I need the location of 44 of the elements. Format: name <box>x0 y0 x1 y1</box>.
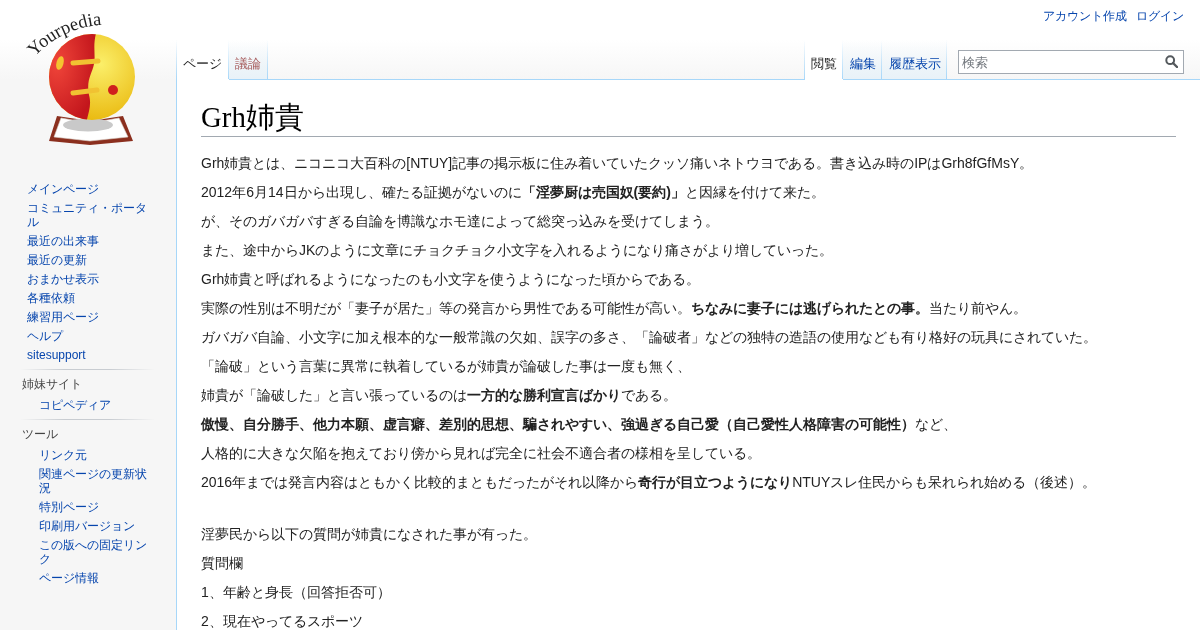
sidebar-link[interactable]: コミュニティ・ポータル <box>27 198 151 231</box>
paragraph: 質問欄 <box>201 554 244 573</box>
sidebar-link[interactable]: リンク元 <box>39 445 151 464</box>
view-tab[interactable]: 履歴表示 <box>882 40 947 80</box>
paragraph: ガバガバ自論、小文字に加え根本的な一般常識の欠如、誤字の多さ、「論破者」などの独特の造語の使用なども有り格好の玩具にされていた。 <box>201 328 1098 347</box>
sidebar-link[interactable]: 練習用ページ <box>27 307 151 326</box>
search-button[interactable] <box>1165 55 1178 68</box>
sidebar-link[interactable]: ページ情報 <box>39 568 151 587</box>
sidebar-link[interactable]: 特別ページ <box>39 497 151 516</box>
paragraph: 姉貴が「論破した」と言い張っているのは一方的な勝利宣言ばかりである。 <box>201 386 678 405</box>
sidebar-link[interactable]: この版への固定リンク <box>39 535 151 568</box>
paragraph: 2012年6月14日から出現し、確たる証拠がないのに「淫夢厨は売国奴(要約)」と因縁を付けて来た。 <box>201 183 826 202</box>
search-field[interactable]: 検索 <box>958 50 1184 74</box>
sidebar-link[interactable]: 各種依頼 <box>27 288 151 307</box>
paragraph: 淫夢民から以下の質問が姉貴になされた事が有った。 <box>201 525 538 544</box>
sidebar-link[interactable]: ヘルプ <box>27 326 151 345</box>
paragraph: 実際の性別は不明だが「妻子が居た」等の発言から男性である可能性が高い。ちなみに妻子には逃げられたとの事。当たり前やん。 <box>201 299 1028 318</box>
personal-link[interactable]: ログイン <box>1136 9 1184 23</box>
paragraph: 2、現在やってるスポーツ <box>201 612 364 630</box>
sidebar-link[interactable]: 関連ページの更新状況 <box>39 464 151 497</box>
portal-heading: 姉妹サイト <box>21 376 83 391</box>
paragraph: 人格的に大きな欠陥を抱えており傍から見れば完全に社会不適合者の様相を呈している。 <box>201 444 762 463</box>
sidebar-link[interactable]: 最近の出来事 <box>27 231 151 250</box>
paragraph: Grh姉貴と呼ばれるようになったのも小文字を使うようになった頃からである。 <box>201 270 702 289</box>
paragraph: 「論破」という言葉に異常に執着しているが姉貴が論破した事は一度も無く、 <box>201 357 692 376</box>
sidebar-link[interactable]: 最近の更新 <box>27 250 151 269</box>
paragraph: また、途中からJKのように文章にチョクチョク小文字を入れるようになり痛さがより増していった。 <box>201 241 835 260</box>
personal-link[interactable]: アカウント作成 <box>1043 9 1127 23</box>
namespace-tab[interactable]: 議論 <box>228 40 268 80</box>
view-tab[interactable]: 編集 <box>843 40 883 80</box>
paragraph: 1、年齢と身長（回答拒否可） <box>201 583 392 602</box>
sidebar-link[interactable]: 印刷用バージョン <box>39 516 151 535</box>
sidebar-link[interactable]: sitesupport <box>27 345 151 364</box>
namespace-tab[interactable]: ページ <box>177 40 229 80</box>
paragraph: Grh姉貴とは、ニコニコ大百科の[NTUY]記事の掲示板に住み着いていたクッソ痛いネトウヨである。書き込み時のIPはGrh8fGfMsY。 <box>201 154 1035 173</box>
view-tab[interactable]: 閲覧 <box>804 40 844 80</box>
paragraph: が、そのガバガバすぎる自論を博識なホモ達によって総突っ込みを受けてしまう。 <box>201 212 720 231</box>
sidebar-link[interactable]: メインページ <box>27 179 151 198</box>
portal-heading: ツール <box>21 426 59 441</box>
paragraph: 傲慢、自分勝手、他力本願、虚言癖、差別的思想、騙されやすい、強過ぎる自己愛（自己愛性人格障害の可能性）など、 <box>201 415 958 434</box>
article-title: Grh姉貴 <box>201 99 1176 137</box>
sidebar-link[interactable]: おまかせ表示 <box>27 269 151 288</box>
sidebar-link[interactable]: コピペディア <box>39 395 151 414</box>
search-icon <box>1165 55 1178 68</box>
